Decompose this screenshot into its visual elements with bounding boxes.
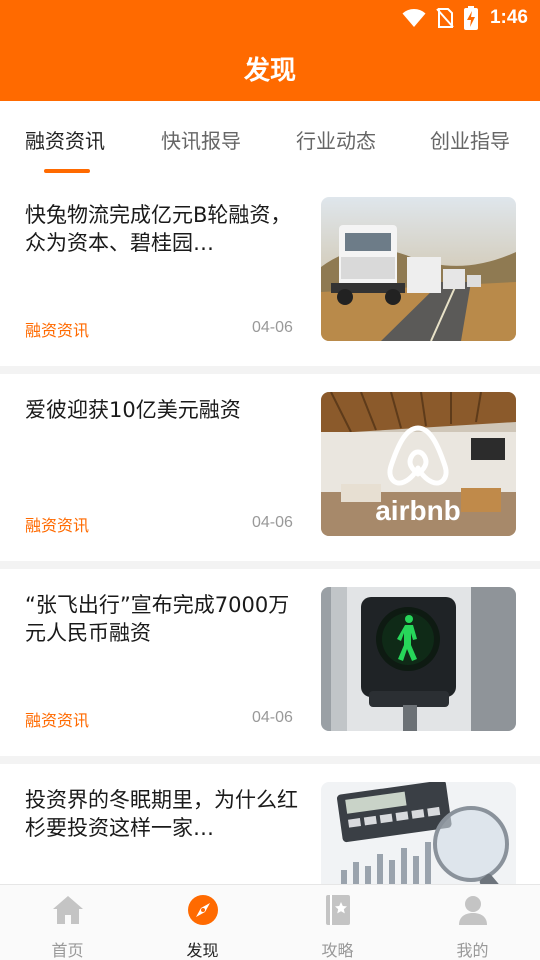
- article-thumbnail-calculator: [321, 782, 516, 884]
- article-title: 投资界的冬眠期里，为什么红杉要投资这样一家…: [25, 788, 298, 840]
- battery-charging-icon: [463, 6, 478, 30]
- nav-label-home: 首页: [51, 941, 84, 960]
- article-title: 爱彼迎获10亿美元融资: [25, 398, 241, 422]
- divider: [0, 756, 540, 764]
- article-date: 04-06: [252, 319, 293, 336]
- article-date: 04-06: [252, 709, 293, 726]
- divider: [0, 561, 540, 569]
- article-thumbnail-trucks: [321, 197, 516, 341]
- compass-icon: [187, 895, 218, 925]
- home-icon: [52, 896, 83, 924]
- tab-industry-trends[interactable]: 行业动态: [296, 125, 376, 154]
- article-category: 融资资讯: [25, 711, 90, 730]
- nav-item-profile[interactable]: 我的: [405, 885, 540, 960]
- article-thumbnail-traffic-light: [321, 587, 516, 731]
- no-sim-icon: [436, 8, 454, 28]
- tab-startup-guide[interactable]: 创业指导: [430, 125, 510, 154]
- tab-news-flash[interactable]: 快讯报导: [161, 125, 241, 154]
- wifi-icon: [402, 9, 426, 27]
- nav-item-discover[interactable]: 发现: [135, 885, 270, 960]
- list-item[interactable]: 投资界的冬眠期里，为什么红杉要投资这样一家…: [0, 764, 540, 884]
- article-category: 融资资讯: [25, 321, 90, 340]
- status-time: 1:46: [489, 7, 528, 28]
- list-item[interactable]: “张飞出行”宣布完成7000万元人民币融资 融资资讯 04-06: [0, 569, 540, 756]
- article-thumbnail-airbnb: airbnb: [321, 392, 516, 536]
- app-header: 1:46 发现: [0, 0, 540, 101]
- article-date: 04-06: [252, 514, 293, 531]
- article-category: 融资资讯: [25, 516, 90, 535]
- category-tabs: 融资资讯 快讯报导 行业动态 创业指导: [0, 101, 540, 179]
- nav-label-guide: 攻略: [321, 941, 354, 960]
- list-item[interactable]: 爱彼迎获10亿美元融资 融资资讯 04-06 airbnb: [0, 374, 540, 561]
- article-title: “张飞出行”宣布完成7000万元人民币融资: [25, 593, 290, 645]
- article-title: 快兔物流完成亿元B轮融资，众为资本、碧桂园…: [25, 203, 292, 255]
- airbnb-logo-text: airbnb: [375, 495, 461, 526]
- nav-label-discover: 发现: [186, 941, 219, 960]
- status-bar: 1:46: [0, 0, 540, 36]
- page-title: 发现: [243, 56, 296, 86]
- divider: [0, 366, 540, 374]
- guide-book-icon: [325, 895, 350, 925]
- active-tab-indicator: [44, 169, 90, 173]
- list-item[interactable]: 快兔物流完成亿元B轮融资，众为资本、碧桂园… 融资资讯 04-06: [0, 179, 540, 366]
- nav-label-profile: 我的: [456, 941, 489, 960]
- nav-item-home[interactable]: 首页: [0, 885, 135, 960]
- nav-item-guide[interactable]: 攻略: [270, 885, 405, 960]
- bottom-nav: 首页 发现 攻略 我的: [0, 884, 540, 960]
- user-icon: [458, 896, 487, 925]
- tab-financing-news[interactable]: 融资资讯: [25, 125, 105, 154]
